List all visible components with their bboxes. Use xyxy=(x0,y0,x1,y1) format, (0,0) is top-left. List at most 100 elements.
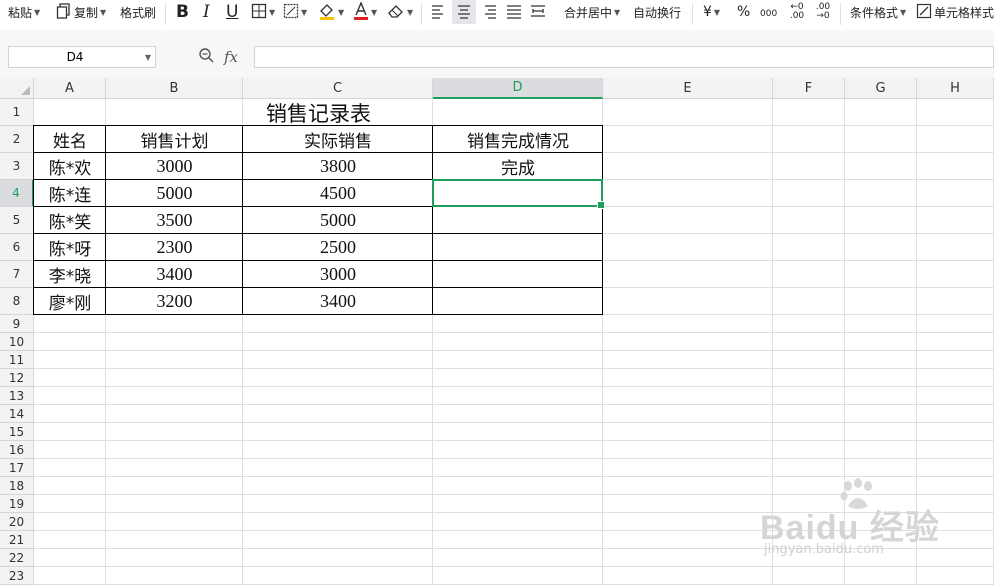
font-color-icon xyxy=(353,0,369,23)
column-header-e[interactable]: E xyxy=(603,78,773,99)
header-cell[interactable]: 姓名 xyxy=(34,126,106,153)
row-header-14[interactable]: 14 xyxy=(0,405,34,423)
font-color-button[interactable]: ▼ xyxy=(353,0,377,24)
format-painter-button[interactable]: 格式刷 xyxy=(120,0,156,24)
header-cell[interactable]: 实际销售 xyxy=(243,126,433,153)
decrease-decimal-button[interactable]: .00 →0 xyxy=(812,0,834,24)
data-cell-status[interactable] xyxy=(433,288,603,315)
divider xyxy=(840,3,841,25)
sheet-title-cell[interactable]: 销售记录表 xyxy=(34,99,603,126)
paste-button[interactable]: 粘贴 ▼ xyxy=(8,0,40,24)
column-header-g[interactable]: G xyxy=(845,78,917,99)
merge-center-button[interactable]: 合并居中 ▼ xyxy=(564,0,620,24)
clear-button[interactable]: ▼ xyxy=(387,0,413,24)
active-cell-selection[interactable] xyxy=(432,179,605,209)
header-cell[interactable]: 销售计划 xyxy=(106,126,243,153)
table-border-h xyxy=(34,260,603,261)
data-cell-actual[interactable]: 5000 xyxy=(243,207,433,234)
column-header-b[interactable]: B xyxy=(106,78,243,99)
column-header-d[interactable]: D xyxy=(433,78,603,99)
row-header-11[interactable]: 11 xyxy=(0,351,34,369)
formula-input[interactable] xyxy=(254,46,994,68)
row-header-9[interactable]: 9 xyxy=(0,315,34,333)
data-cell-plan[interactable]: 5000 xyxy=(106,180,243,207)
fill-color-button[interactable]: ▼ xyxy=(318,0,344,24)
data-cell-plan[interactable]: 2300 xyxy=(106,234,243,261)
wrap-text-button[interactable]: 自动换行 xyxy=(633,0,681,24)
data-cell-plan[interactable]: 3500 xyxy=(106,207,243,234)
gridline-horizontal xyxy=(34,332,994,333)
table-border-h xyxy=(34,152,603,153)
row-header-18[interactable]: 18 xyxy=(0,477,34,495)
copy-button[interactable]: 复制 ▼ xyxy=(56,0,106,24)
insert-function-button[interactable]: fx xyxy=(224,48,238,66)
data-cell-name[interactable]: 李*晓 xyxy=(34,261,106,288)
data-cell-actual[interactable]: 3800 xyxy=(243,153,433,180)
row-header-4[interactable]: 4 xyxy=(0,180,34,207)
row-header-7[interactable]: 7 xyxy=(0,261,34,288)
column-header-c[interactable]: C xyxy=(243,78,433,99)
thousands-button[interactable]: 000 xyxy=(760,2,777,26)
underline-button[interactable]: U xyxy=(226,0,238,24)
conditional-format-button[interactable]: 条件格式 ▼ xyxy=(850,0,906,24)
row-header-12[interactable]: 12 xyxy=(0,369,34,387)
distributed-button[interactable] xyxy=(530,0,546,24)
data-cell-actual[interactable]: 4500 xyxy=(243,180,433,207)
row-header-13[interactable]: 13 xyxy=(0,387,34,405)
cell-style-button[interactable]: 单元格样式 xyxy=(916,0,994,24)
select-all-corner[interactable] xyxy=(0,78,34,99)
justify-button[interactable] xyxy=(506,0,522,24)
align-left-button[interactable] xyxy=(431,0,447,24)
row-header-21[interactable]: 21 xyxy=(0,531,34,549)
data-cell-status[interactable] xyxy=(433,261,603,288)
row-header-6[interactable]: 6 xyxy=(0,234,34,261)
row-header-17[interactable]: 17 xyxy=(0,459,34,477)
row-header-23[interactable]: 23 xyxy=(0,567,34,585)
data-cell-actual[interactable]: 2500 xyxy=(243,234,433,261)
row-header-19[interactable]: 19 xyxy=(0,495,34,513)
data-cell-status[interactable]: 完成 xyxy=(433,153,603,180)
row-header-10[interactable]: 10 xyxy=(0,333,34,351)
data-cell-status[interactable] xyxy=(433,234,603,261)
clear-caret-icon: ▼ xyxy=(407,7,414,17)
column-header-a[interactable]: A xyxy=(34,78,106,99)
zoom-search-icon[interactable] xyxy=(198,47,214,67)
border-button[interactable]: ▼ xyxy=(251,0,275,24)
column-header-h[interactable]: H xyxy=(917,78,994,99)
data-cell-name[interactable]: 陈*连 xyxy=(34,180,106,207)
italic-button[interactable]: I xyxy=(203,0,210,24)
data-cell-plan[interactable]: 3200 xyxy=(106,288,243,315)
align-center-button[interactable] xyxy=(452,0,476,24)
row-header-22[interactable]: 22 xyxy=(0,549,34,567)
row-header-16[interactable]: 16 xyxy=(0,441,34,459)
increase-decimal-button[interactable]: ←0 .00 xyxy=(786,0,808,24)
align-right-button[interactable] xyxy=(481,0,497,24)
column-header-f[interactable]: F xyxy=(773,78,845,99)
data-cell-plan[interactable]: 3000 xyxy=(106,153,243,180)
data-cell-plan[interactable]: 3400 xyxy=(106,261,243,288)
row-header-15[interactable]: 15 xyxy=(0,423,34,441)
header-cell[interactable]: 销售完成情况 xyxy=(433,126,603,153)
data-cell-name[interactable]: 陈*呀 xyxy=(34,234,106,261)
row-header-1[interactable]: 1 xyxy=(0,99,34,126)
row-header-8[interactable]: 8 xyxy=(0,288,34,315)
name-box-caret-icon[interactable]: ▼ xyxy=(141,53,155,62)
row-header-3[interactable]: 3 xyxy=(0,153,34,180)
data-cell-name[interactable]: 廖*刚 xyxy=(34,288,106,315)
name-box[interactable]: D4 ▼ xyxy=(8,46,156,68)
row-header-2[interactable]: 2 xyxy=(0,126,34,153)
data-cell-name[interactable]: 陈*欢 xyxy=(34,153,106,180)
row-header-20[interactable]: 20 xyxy=(0,513,34,531)
data-cell-actual[interactable]: 3400 xyxy=(243,288,433,315)
fill-handle[interactable] xyxy=(597,201,605,209)
table-border-h xyxy=(34,125,603,126)
increase-decimal-label: ←0 .00 xyxy=(789,2,805,21)
data-cell-status[interactable] xyxy=(433,207,603,234)
bold-button[interactable]: B xyxy=(176,0,189,24)
currency-button[interactable]: ¥ ▼ xyxy=(703,0,720,24)
percent-button[interactable]: % xyxy=(737,0,750,24)
fill-pattern-button[interactable]: ▼ xyxy=(283,0,307,24)
row-header-5[interactable]: 5 xyxy=(0,207,34,234)
data-cell-actual[interactable]: 3000 xyxy=(243,261,433,288)
data-cell-name[interactable]: 陈*笑 xyxy=(34,207,106,234)
